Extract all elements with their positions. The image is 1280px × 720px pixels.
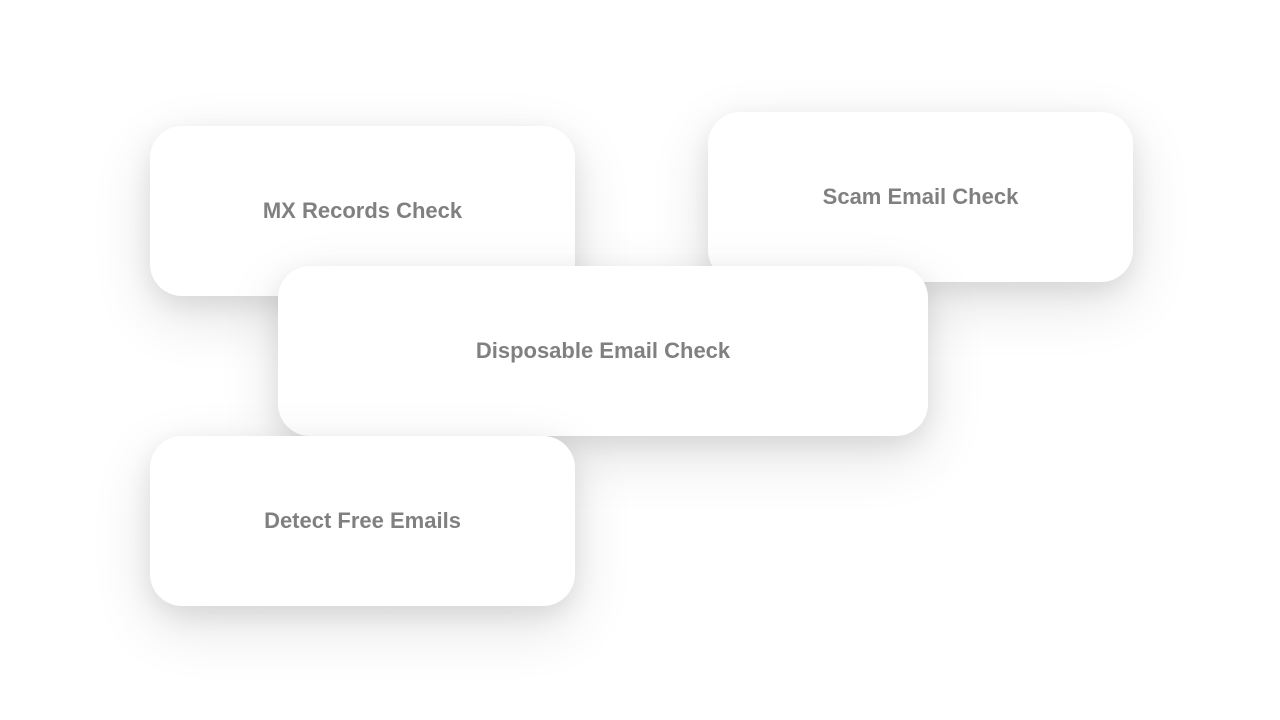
card-label: Scam Email Check [823, 184, 1019, 210]
card-label: MX Records Check [263, 198, 462, 224]
card-disposable-email-check: Disposable Email Check [278, 266, 928, 436]
card-label: Detect Free Emails [264, 508, 461, 534]
card-scam-email-check: Scam Email Check [708, 112, 1133, 282]
card-label: Disposable Email Check [476, 338, 730, 364]
card-detect-free-emails: Detect Free Emails [150, 436, 575, 606]
